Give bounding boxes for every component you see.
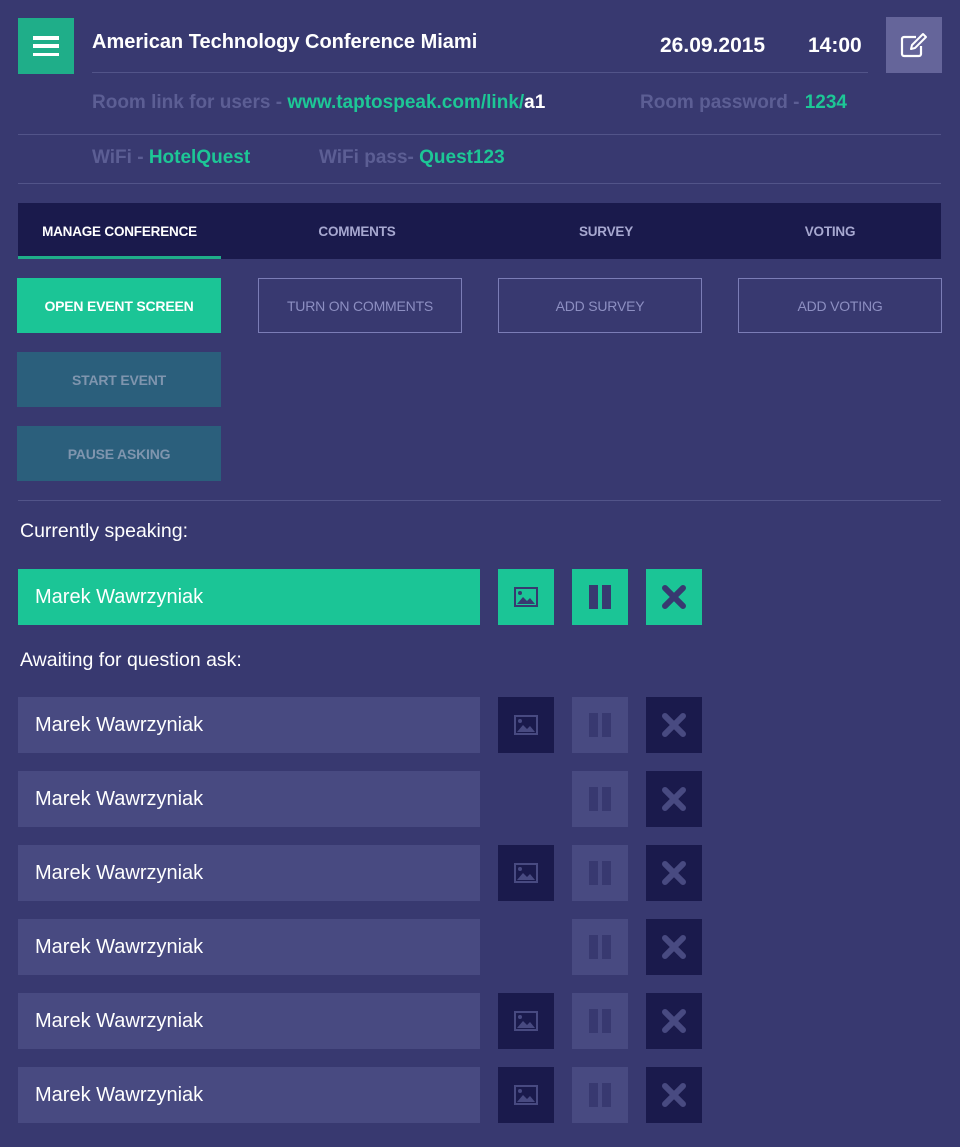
wifi-value: HotelQuest — [148, 147, 251, 168]
room-link-label: Room link for users - — [92, 92, 288, 113]
queue-row: Marek Wawrzyniak — [18, 993, 702, 1049]
room-password-value: 1234 — [804, 92, 847, 113]
queue-row: Marek Wawrzyniak — [18, 845, 702, 901]
open-event-screen-button[interactable]: OPEN EVENT SCREEN — [17, 278, 221, 333]
remove-button[interactable] — [646, 697, 702, 753]
close-x-icon — [662, 713, 686, 737]
current-speaker-row: Marek Wawrzyniak — [18, 569, 702, 625]
queue-row: Marek Wawrzyniak — [18, 771, 702, 827]
image-icon — [514, 715, 538, 735]
edit-button[interactable] — [886, 17, 942, 73]
tab-survey[interactable]: SURVEY — [493, 203, 719, 259]
divider — [92, 72, 868, 73]
pause-icon — [589, 713, 611, 737]
pause-icon — [589, 787, 611, 811]
awaiting-label: Awaiting for question ask: — [20, 649, 242, 671]
pause-button[interactable] — [572, 1067, 628, 1123]
close-x-icon — [662, 1009, 686, 1033]
currently-speaking-label: Currently speaking: — [20, 520, 188, 542]
current-speaker-name[interactable]: Marek Wawrzyniak — [18, 569, 480, 625]
divider — [18, 183, 941, 184]
edit-pencil-icon — [900, 33, 927, 58]
conference-date: 26.09.2015 — [660, 34, 766, 57]
image-icon — [514, 587, 538, 607]
pause-icon — [589, 585, 611, 609]
room-password-info: Room password - 1234 — [640, 92, 847, 114]
close-x-icon — [662, 1083, 686, 1107]
image-button[interactable] — [498, 845, 554, 901]
image-icon — [514, 1011, 538, 1031]
remove-button[interactable] — [646, 1067, 702, 1123]
room-link-suffix[interactable]: a1 — [524, 92, 545, 113]
image-button[interactable] — [498, 569, 554, 625]
remove-button[interactable] — [646, 845, 702, 901]
tab-manage-conference[interactable]: MANAGE CONFERENCE — [18, 203, 221, 259]
conference-title: American Technology Conference Miami — [92, 31, 478, 53]
room-password-label: Room password - — [640, 92, 805, 113]
pause-button[interactable] — [572, 993, 628, 1049]
pause-button[interactable] — [572, 845, 628, 901]
image-icon — [514, 863, 538, 883]
pause-button[interactable] — [572, 697, 628, 753]
image-button[interactable] — [498, 1067, 554, 1123]
tab-comments[interactable]: COMMENTS — [221, 203, 493, 259]
queue-speaker-name[interactable]: Marek Wawrzyniak — [18, 845, 480, 901]
menu-button[interactable] — [18, 18, 74, 74]
turn-on-comments-button[interactable]: TURN ON COMMENTS — [258, 278, 462, 333]
pause-button[interactable] — [572, 919, 628, 975]
pause-button[interactable] — [572, 569, 628, 625]
close-x-icon — [662, 935, 686, 959]
wifi-pass-label: WiFi pass- — [319, 147, 420, 168]
close-x-icon — [662, 861, 686, 885]
wifi-label: WiFi - — [92, 147, 149, 168]
pause-icon — [589, 861, 611, 885]
queue-row: Marek Wawrzyniak — [18, 919, 702, 975]
divider — [18, 500, 941, 501]
queue-speaker-name[interactable]: Marek Wawrzyniak — [18, 919, 480, 975]
add-voting-button[interactable]: ADD VOTING — [738, 278, 942, 333]
tab-voting[interactable]: VOTING — [719, 203, 941, 259]
remove-button[interactable] — [646, 993, 702, 1049]
pause-icon — [589, 935, 611, 959]
divider — [18, 134, 941, 135]
close-x-icon — [662, 787, 686, 811]
queue-row: Marek Wawrzyniak — [18, 697, 702, 753]
hamburger-menu-icon — [33, 36, 59, 56]
remove-button[interactable] — [646, 569, 702, 625]
queue-speaker-name[interactable]: Marek Wawrzyniak — [18, 1067, 480, 1123]
image-icon — [514, 1085, 538, 1105]
start-event-button[interactable]: START EVENT — [17, 352, 221, 407]
queue-speaker-name[interactable]: Marek Wawrzyniak — [18, 993, 480, 1049]
pause-button[interactable] — [572, 771, 628, 827]
tab-bar: MANAGE CONFERENCE COMMENTS SURVEY VOTING — [18, 203, 941, 259]
add-survey-button[interactable]: ADD SURVEY — [498, 278, 702, 333]
close-x-icon — [662, 585, 686, 609]
wifi-pass-value: Quest123 — [419, 147, 505, 168]
image-button[interactable] — [498, 993, 554, 1049]
remove-button[interactable] — [646, 771, 702, 827]
pause-icon — [589, 1009, 611, 1033]
pause-icon — [589, 1083, 611, 1107]
wifi-info: WiFi - HotelQuest — [92, 147, 250, 169]
queue-row: Marek Wawrzyniak — [18, 1067, 702, 1123]
queue-speaker-name[interactable]: Marek Wawrzyniak — [18, 771, 480, 827]
remove-button[interactable] — [646, 919, 702, 975]
room-link-url[interactable]: www.taptospeak.com/link/ — [287, 92, 524, 113]
pause-asking-button[interactable]: PAUSE ASKING — [17, 426, 221, 481]
queue-speaker-name[interactable]: Marek Wawrzyniak — [18, 697, 480, 753]
wifi-pass-info: WiFi pass- Quest123 — [319, 147, 505, 169]
image-button[interactable] — [498, 697, 554, 753]
room-link-info: Room link for users - www.taptospeak.com… — [92, 92, 545, 114]
conference-time: 14:00 — [808, 34, 862, 57]
